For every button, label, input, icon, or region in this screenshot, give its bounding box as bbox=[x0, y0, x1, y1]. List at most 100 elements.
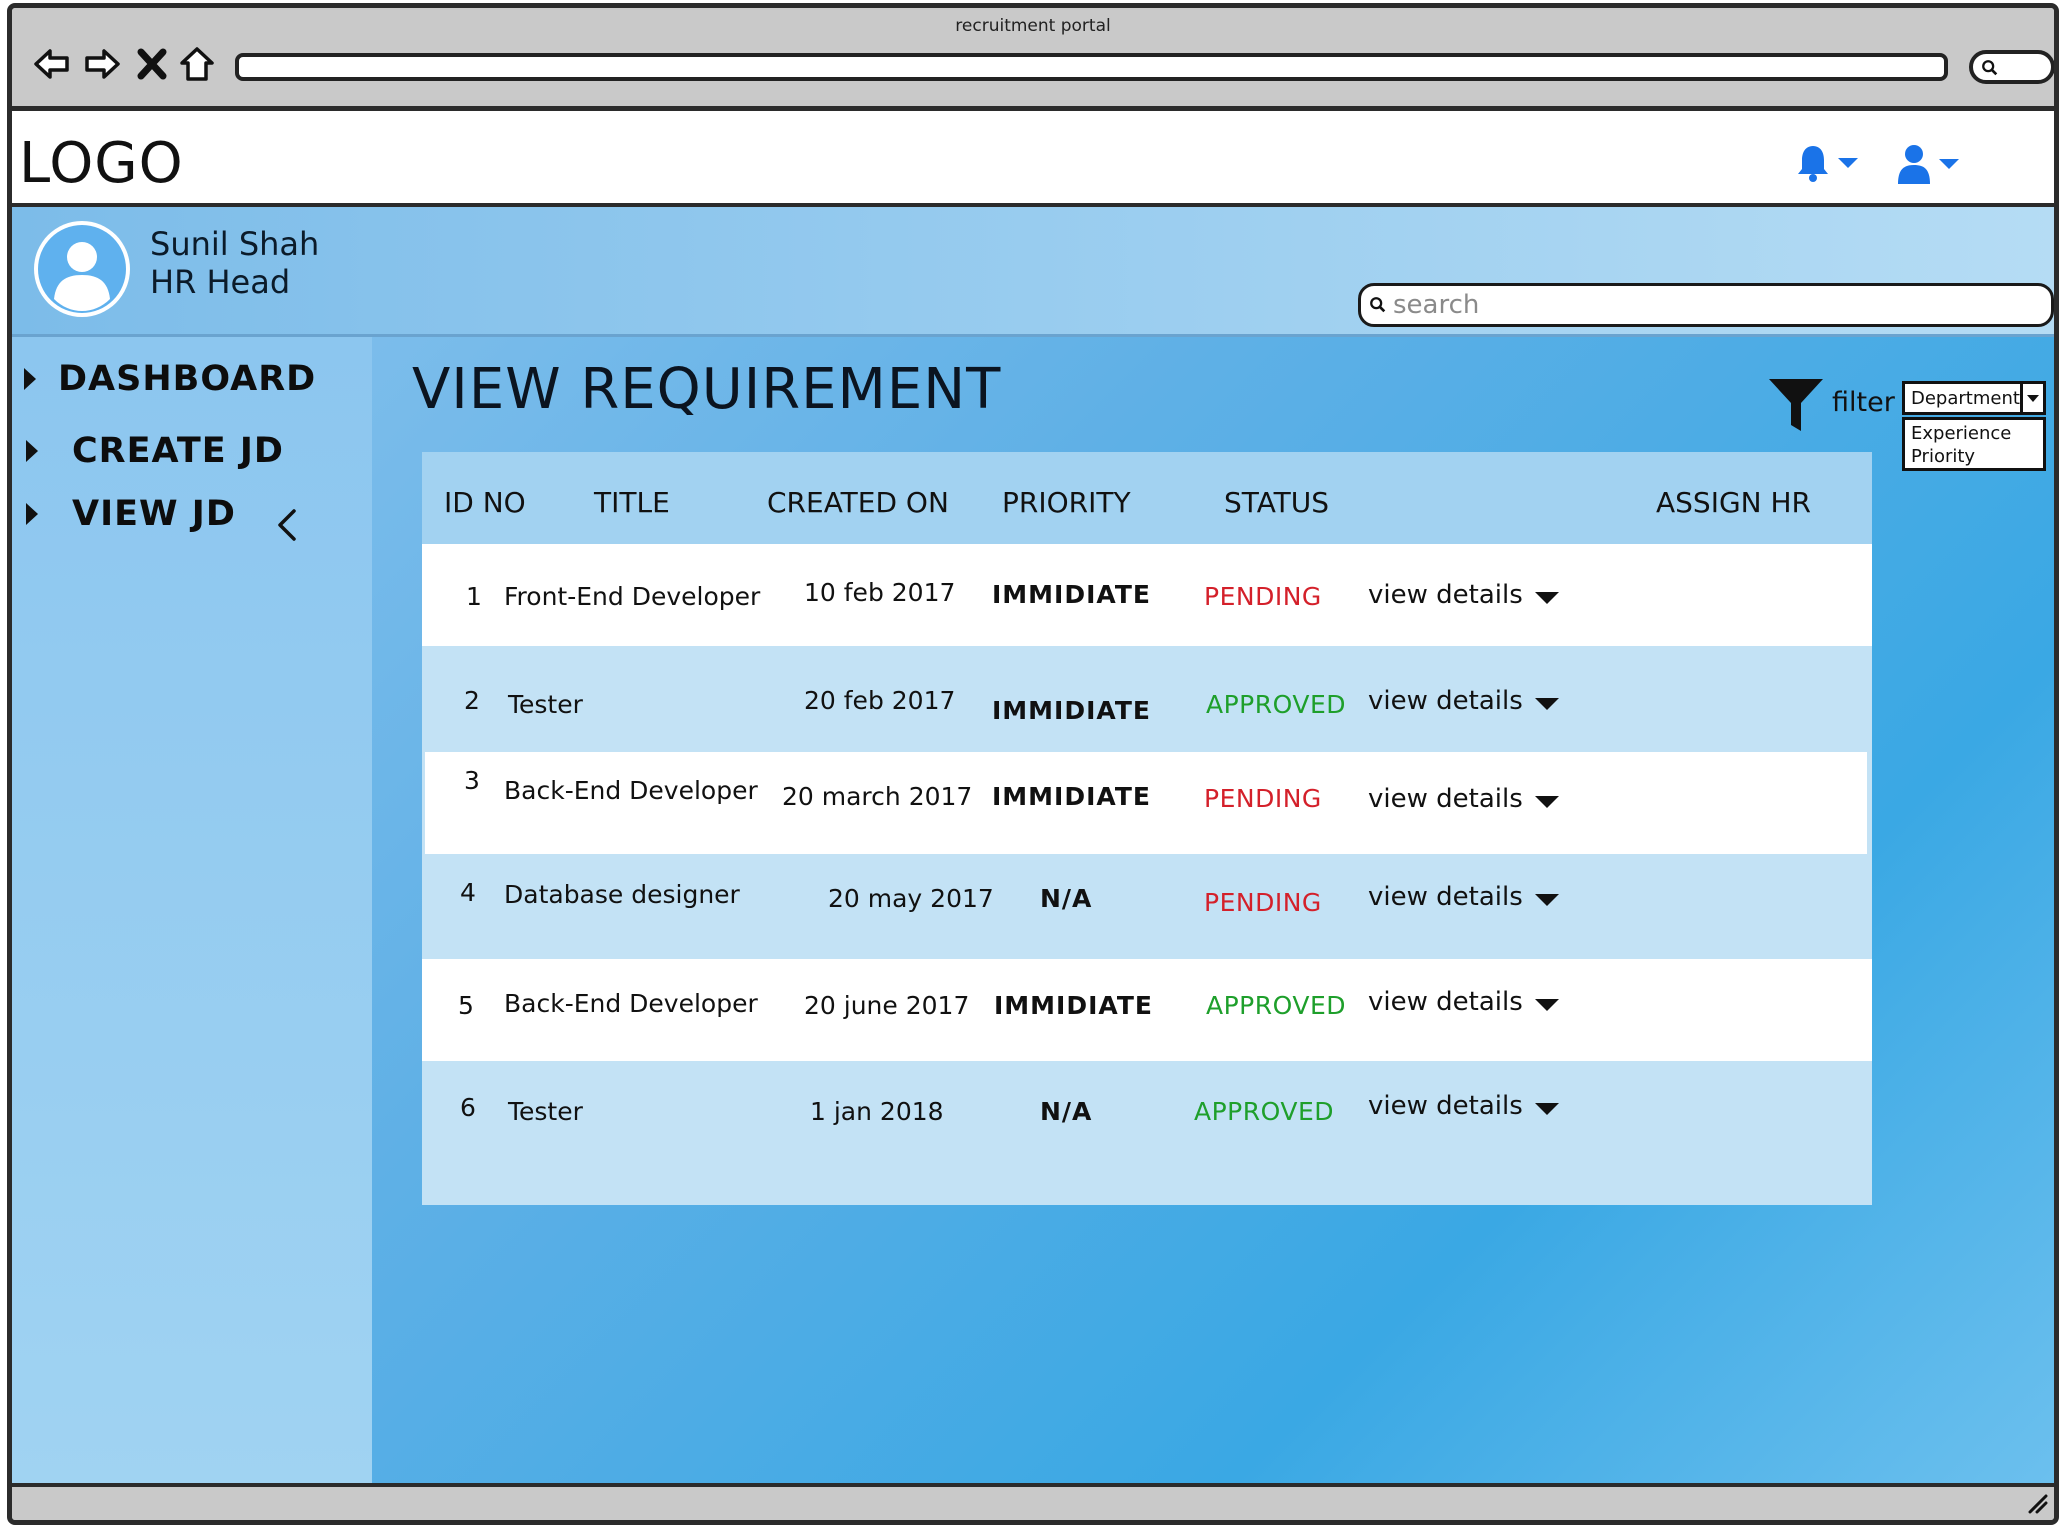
caret-down-icon bbox=[1939, 159, 1959, 169]
view-details-label: view details bbox=[1368, 882, 1523, 912]
view-details-dropdown[interactable]: view details bbox=[1368, 1091, 1559, 1121]
column-header-id: ID NO bbox=[444, 486, 526, 519]
column-header-assign-hr: ASSIGN HR bbox=[1656, 486, 1812, 519]
home-icon[interactable] bbox=[175, 42, 219, 86]
logo: LOGO bbox=[19, 131, 184, 196]
requirements-table: ID NO TITLE CREATED ON PRIORITY STATUS A… bbox=[422, 452, 1872, 1205]
table-row[interactable]: 5 Back-End Developer 20 june 2017 IMMIDI… bbox=[422, 959, 1872, 1061]
row-status: PENDING bbox=[1204, 784, 1322, 813]
filter-selected-value: Department bbox=[1911, 387, 2020, 409]
user-avatar-icon bbox=[38, 225, 126, 313]
chevron-left-icon[interactable] bbox=[274, 505, 300, 545]
caret-down-icon bbox=[1534, 592, 1559, 604]
sidebar-item-label: CREATE JD bbox=[72, 431, 284, 471]
caret-right-icon bbox=[24, 368, 36, 390]
row-priority: IMMIDIATE bbox=[992, 696, 1151, 725]
caret-down-icon bbox=[1534, 796, 1559, 808]
row-title: Back-End Developer bbox=[504, 989, 758, 1018]
caret-down-icon bbox=[1838, 158, 1858, 168]
row-id: 1 bbox=[466, 582, 482, 611]
filter-option-priority[interactable]: Priority bbox=[1911, 445, 2037, 468]
column-header-title: TITLE bbox=[594, 486, 670, 519]
browser-search-box[interactable] bbox=[1969, 50, 2054, 84]
view-details-dropdown[interactable]: view details bbox=[1368, 882, 1559, 912]
row-created-on: 20 feb 2017 bbox=[804, 686, 956, 715]
search-icon bbox=[1370, 297, 1386, 313]
page-title: VIEW REQUIREMENT bbox=[412, 357, 1002, 422]
filter-icon[interactable] bbox=[1767, 375, 1825, 433]
row-created-on: 20 march 2017 bbox=[782, 782, 973, 811]
table-row[interactable]: 2 Tester 20 feb 2017 IMMIDIATE APPROVED … bbox=[422, 646, 1872, 748]
row-priority: IMMIDIATE bbox=[992, 782, 1151, 811]
caret-down-icon bbox=[1534, 698, 1559, 710]
search-input[interactable] bbox=[1393, 290, 2033, 320]
view-details-dropdown[interactable]: view details bbox=[1368, 987, 1559, 1017]
column-header-created-on: CREATED ON bbox=[767, 486, 949, 519]
back-arrow-icon[interactable] bbox=[30, 42, 74, 86]
table-header: ID NO TITLE CREATED ON PRIORITY STATUS A… bbox=[422, 452, 1872, 544]
row-created-on: 20 may 2017 bbox=[828, 884, 994, 913]
row-status: APPROVED bbox=[1206, 991, 1347, 1020]
window-title: recruitment portal bbox=[955, 16, 1111, 36]
user-name: Sunil Shah bbox=[150, 225, 320, 263]
app-header: LOGO bbox=[12, 111, 2054, 207]
sidebar-item-label: VIEW JD bbox=[72, 494, 236, 534]
user-role: HR Head bbox=[150, 263, 291, 301]
view-details-label: view details bbox=[1368, 580, 1523, 610]
row-status: PENDING bbox=[1204, 888, 1322, 917]
search-box[interactable] bbox=[1358, 283, 2054, 327]
sidebar-item-create-jd[interactable]: CREATE JD bbox=[26, 431, 284, 471]
column-header-priority: PRIORITY bbox=[1002, 486, 1131, 519]
profile-strip: Sunil Shah HR Head bbox=[12, 207, 2054, 337]
row-created-on: 20 june 2017 bbox=[804, 991, 970, 1020]
view-details-label: view details bbox=[1368, 784, 1523, 814]
sidebar: DASHBOARD CREATE JD VIEW JD bbox=[12, 337, 372, 1490]
notifications-menu[interactable] bbox=[1795, 143, 1859, 183]
browser-toolbar: recruitment portal bbox=[12, 8, 2054, 111]
row-priority: IMMIDIATE bbox=[994, 991, 1153, 1020]
browser-status-bar bbox=[12, 1483, 2054, 1520]
url-bar[interactable] bbox=[235, 53, 1948, 81]
browser-window: recruitment portal LOGO Sunil Shah HR He… bbox=[7, 3, 2059, 1525]
filter-select[interactable]: Department bbox=[1902, 381, 2046, 415]
resize-grip-icon[interactable] bbox=[2026, 1492, 2048, 1514]
row-priority: IMMIDIATE bbox=[992, 580, 1151, 609]
view-details-dropdown[interactable]: view details bbox=[1368, 580, 1559, 610]
content-area: Sunil Shah HR Head DASHBOARD CREATE JD V… bbox=[12, 207, 2054, 1490]
view-details-label: view details bbox=[1368, 987, 1523, 1017]
table-row[interactable]: 4 Database designer 20 may 2017 N/A PEND… bbox=[422, 854, 1872, 959]
bell-icon bbox=[1798, 146, 1828, 182]
filter-option-experience[interactable]: Experience bbox=[1911, 422, 2037, 445]
view-details-dropdown[interactable]: view details bbox=[1368, 784, 1559, 814]
view-details-label: view details bbox=[1368, 686, 1523, 716]
user-menu[interactable] bbox=[1896, 143, 1960, 185]
view-details-dropdown[interactable]: view details bbox=[1368, 686, 1559, 716]
row-status: PENDING bbox=[1204, 582, 1322, 611]
row-title: Front-End Developer bbox=[504, 582, 761, 611]
caret-right-icon bbox=[26, 503, 38, 525]
main-panel: VIEW REQUIREMENT filter Department Exper… bbox=[372, 337, 2054, 1490]
row-id: 6 bbox=[460, 1093, 476, 1122]
sidebar-item-dashboard[interactable]: DASHBOARD bbox=[24, 359, 316, 399]
table-row[interactable]: 1 Front-End Developer 10 feb 2017 IMMIDI… bbox=[422, 544, 1872, 646]
caret-down-icon bbox=[1534, 894, 1559, 906]
close-icon[interactable] bbox=[130, 42, 174, 86]
table-row[interactable]: 3 Back-End Developer 20 march 2017 IMMID… bbox=[425, 752, 1867, 854]
user-icon bbox=[1898, 145, 1930, 184]
row-priority: N/A bbox=[1040, 884, 1093, 913]
row-status: APPROVED bbox=[1194, 1097, 1335, 1126]
view-details-label: view details bbox=[1368, 1091, 1523, 1121]
caret-down-icon bbox=[1534, 999, 1559, 1011]
row-id: 3 bbox=[464, 766, 480, 795]
sidebar-item-view-jd[interactable]: VIEW JD bbox=[26, 494, 236, 534]
row-id: 2 bbox=[464, 686, 480, 715]
row-created-on: 10 feb 2017 bbox=[804, 578, 956, 607]
avatar[interactable] bbox=[34, 221, 130, 317]
row-title: Tester bbox=[508, 1097, 583, 1126]
table-row[interactable]: 6 Tester 1 jan 2018 N/A APPROVED view de… bbox=[422, 1061, 1872, 1205]
caret-down-icon bbox=[1534, 1103, 1559, 1115]
row-title: Database designer bbox=[504, 880, 740, 909]
forward-arrow-icon[interactable] bbox=[80, 42, 124, 86]
row-priority: N/A bbox=[1040, 1097, 1093, 1126]
row-id: 5 bbox=[458, 991, 474, 1020]
